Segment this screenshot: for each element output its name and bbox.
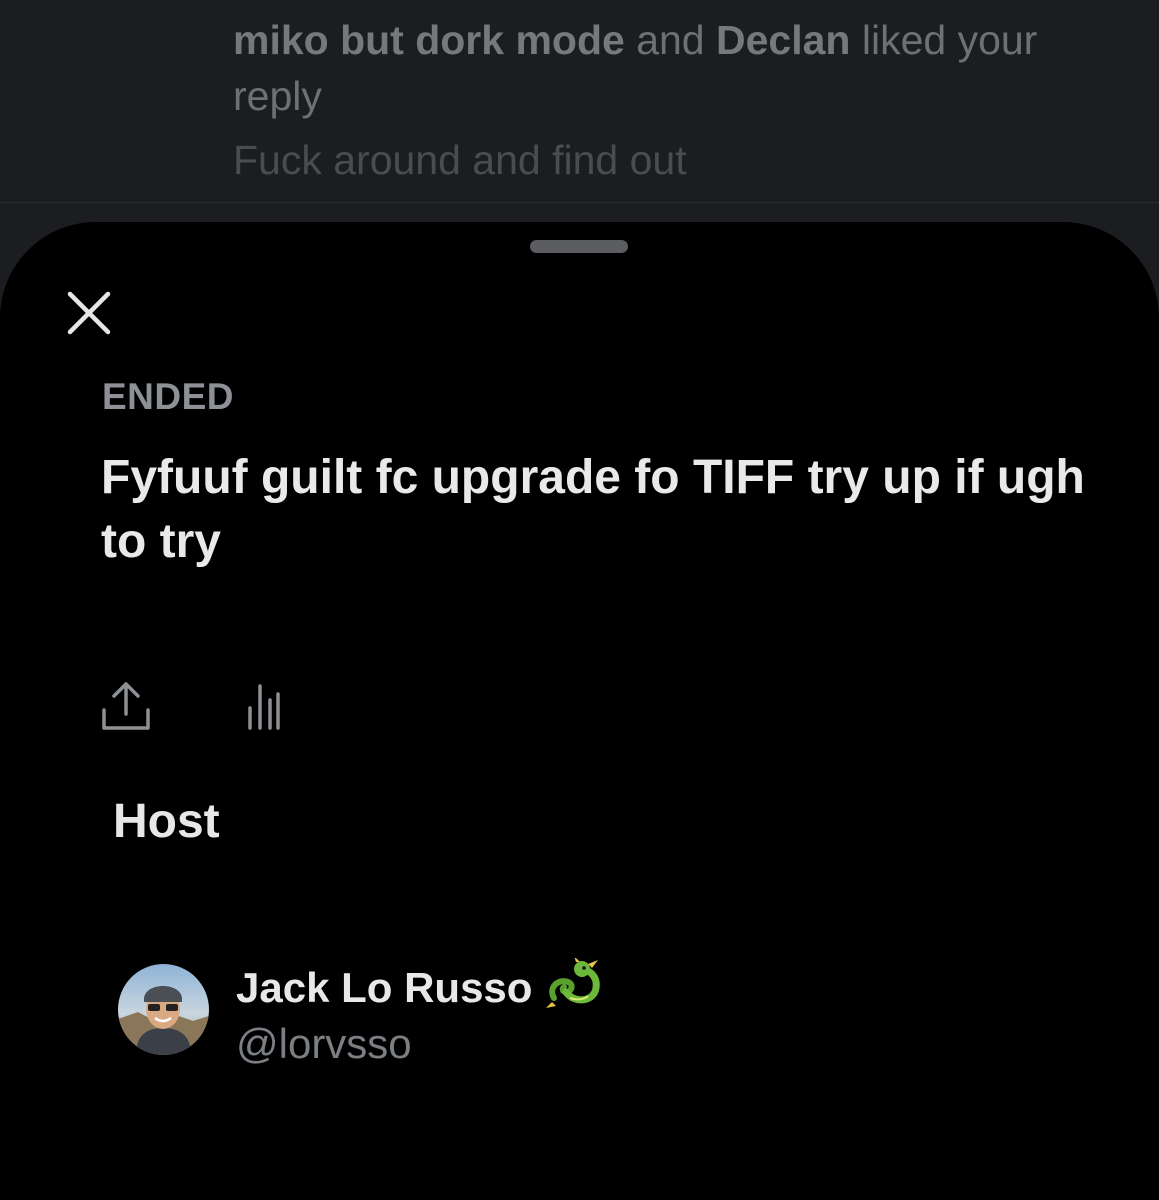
- share-button[interactable]: [98, 676, 154, 736]
- notification-connector: and: [624, 17, 717, 63]
- avatar[interactable]: [118, 964, 209, 1055]
- notification-user-2[interactable]: Declan: [716, 17, 850, 63]
- close-icon: [67, 291, 111, 335]
- space-details-sheet: ENDED Fyfuuf guilt fc upgrade fo TIFF tr…: [0, 222, 1159, 1200]
- dragon-icon: [544, 956, 604, 1012]
- notification-user-1[interactable]: miko but dork mode: [233, 17, 625, 63]
- host-handle: @lorvsso: [236, 1020, 412, 1067]
- stats-button[interactable]: [244, 680, 284, 732]
- sheet-grabber[interactable]: [530, 240, 628, 253]
- host-profile-row[interactable]: Jack Lo Russo @lorvsso: [118, 956, 818, 1067]
- space-title: Fyfuuf guilt fc upgrade fo TIFF try up i…: [101, 451, 1085, 568]
- stats-icon: [248, 684, 280, 730]
- notification-text: miko but dork mode and Declan liked your…: [233, 12, 1133, 124]
- host-name: Jack Lo Russo: [236, 956, 604, 1018]
- close-button[interactable]: [62, 286, 116, 340]
- host-section-label: Host: [113, 795, 220, 848]
- share-icon: [102, 682, 150, 730]
- notification-reply-text: Fuck around and find out: [233, 137, 687, 183]
- host-name-text: Jack Lo Russo: [236, 964, 533, 1012]
- notification-item[interactable]: miko but dork mode and Declan liked your…: [0, 0, 1159, 203]
- space-status: ENDED: [102, 376, 235, 417]
